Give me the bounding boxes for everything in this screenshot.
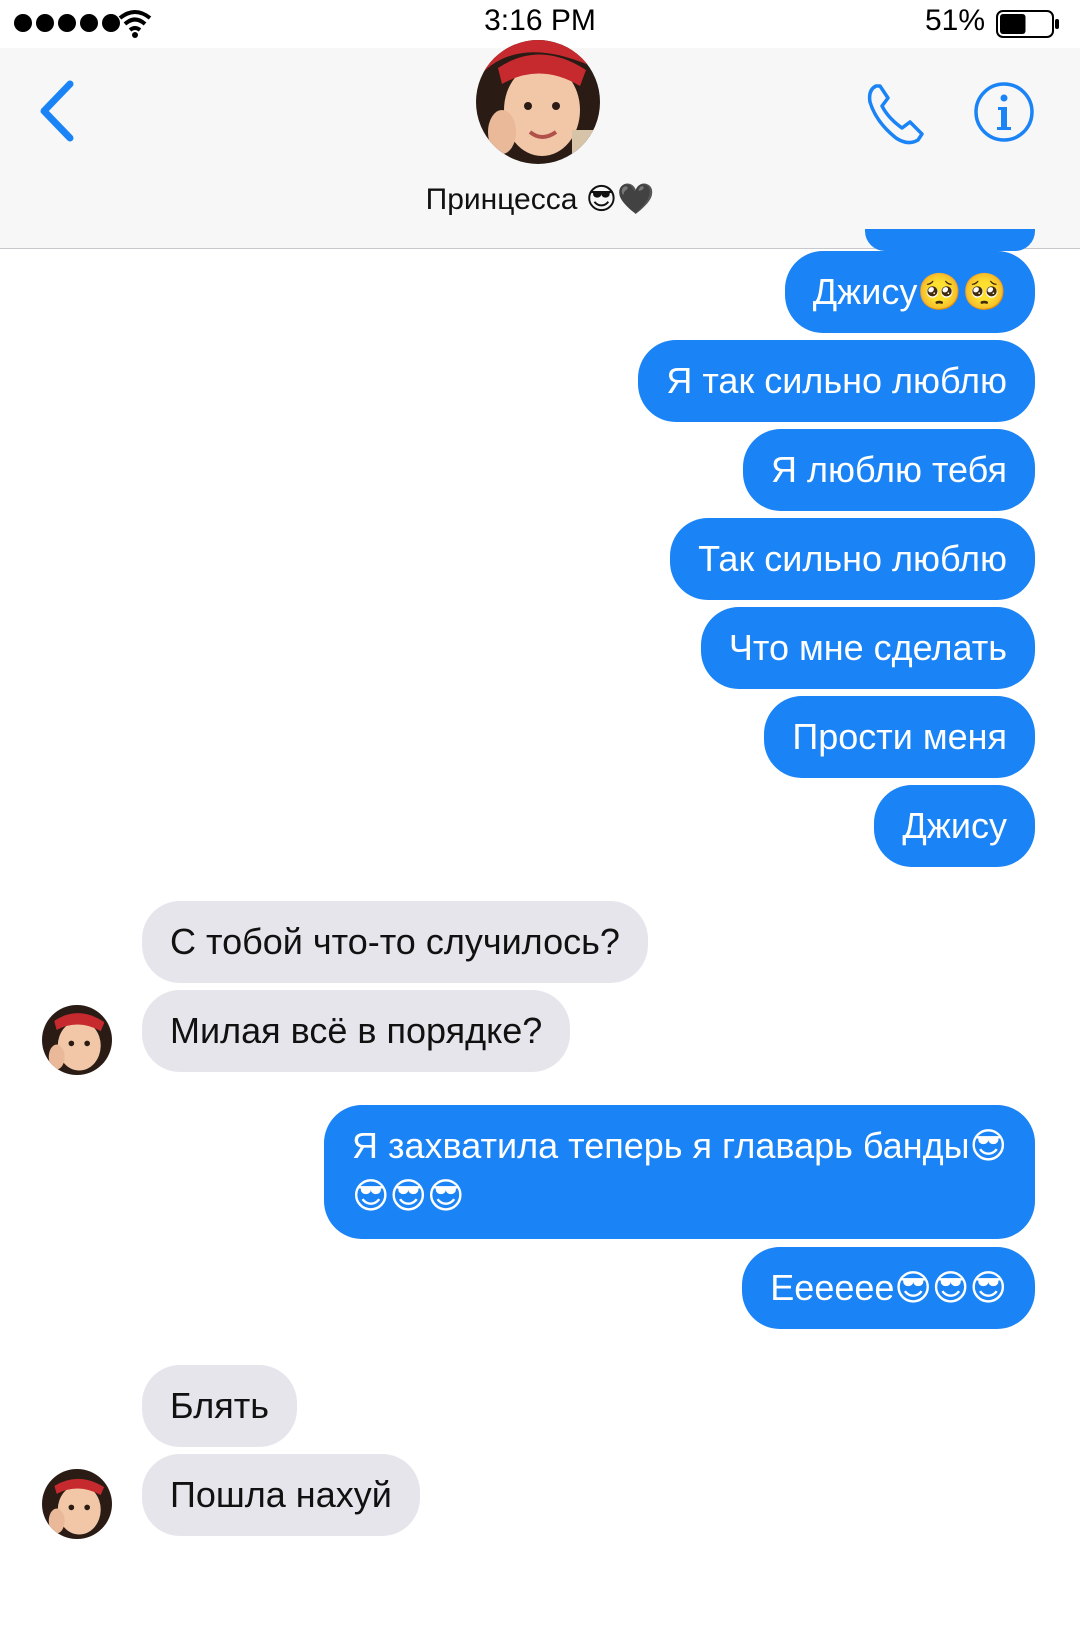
contact-name[interactable]: Принцесса 😎🖤 bbox=[0, 182, 1080, 217]
sent-message[interactable]: Что мне сделать bbox=[700, 607, 1035, 689]
conversation-header: Принцесса 😎🖤 bbox=[0, 40, 1080, 249]
sent-message[interactable]: Джису🥺🥺 bbox=[784, 251, 1035, 333]
sent-message[interactable]: Я так сильно люблю bbox=[638, 340, 1035, 422]
sent-message[interactable]: Прости меня bbox=[764, 696, 1035, 778]
battery-icon bbox=[996, 10, 1059, 38]
phone-icon[interactable] bbox=[862, 78, 932, 148]
info-icon[interactable] bbox=[972, 80, 1036, 144]
message-bubble-partial bbox=[865, 229, 1035, 251]
sent-message-line: Я захватила теперь я главарь банды😎 bbox=[352, 1125, 1007, 1166]
received-message[interactable]: Блять bbox=[142, 1365, 297, 1447]
contact-avatar-small[interactable] bbox=[42, 1005, 112, 1075]
battery-percent: 51% bbox=[924, 4, 985, 37]
received-message[interactable]: Милая всё в порядке? bbox=[142, 990, 571, 1072]
received-message[interactable]: Пошла нахуй bbox=[142, 1454, 420, 1536]
contact-avatar-small[interactable] bbox=[42, 1469, 112, 1539]
sent-message[interactable]: Так сильно люблю bbox=[670, 518, 1035, 600]
sent-message[interactable]: Я люблю тебя bbox=[742, 429, 1035, 511]
received-message[interactable]: С тобой что-то случилось? bbox=[142, 901, 648, 983]
message-thread[interactable]: Джису🥺🥺 Я так сильно люблю Я люблю тебя … bbox=[0, 229, 1080, 1626]
contact-avatar[interactable] bbox=[476, 40, 600, 164]
sent-message[interactable]: Я захватила теперь я главарь банды😎 😎😎😎 bbox=[324, 1105, 1035, 1239]
sent-message[interactable]: Ееееее😎😎😎 bbox=[742, 1247, 1035, 1329]
sent-message-line: 😎😎😎 bbox=[352, 1175, 465, 1216]
back-button[interactable] bbox=[32, 76, 82, 146]
sent-message[interactable]: Джису bbox=[874, 785, 1035, 867]
status-time: 3:16 PM bbox=[484, 4, 596, 37]
